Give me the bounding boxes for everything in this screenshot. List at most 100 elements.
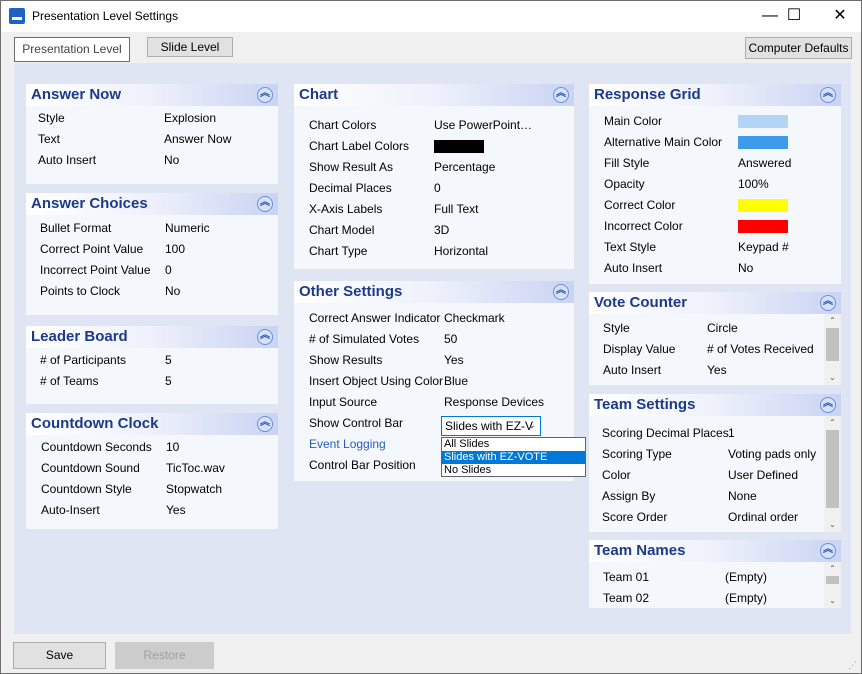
alternative-main-color-swatch[interactable] — [738, 136, 788, 149]
setting-value[interactable]: No — [164, 153, 179, 167]
setting-label: Show Result As — [309, 160, 394, 174]
main-color-swatch[interactable] — [738, 115, 788, 128]
collapse-icon[interactable]: ︽ — [257, 329, 273, 345]
collapse-icon[interactable]: ︽ — [257, 196, 273, 212]
setting-value[interactable]: 5 — [165, 374, 172, 388]
incorrect-color-swatch[interactable] — [738, 220, 788, 233]
tab-presentation-level[interactable]: Presentation Level — [14, 37, 130, 62]
panel-scrollbar[interactable]: ⌃ ⌄ — [824, 562, 841, 608]
setting-value[interactable]: 0 — [165, 263, 172, 277]
correct-color-swatch[interactable] — [738, 199, 788, 212]
setting-value[interactable]: No — [738, 261, 753, 275]
setting-label: Incorrect Point Value — [40, 263, 151, 277]
dropdown-option-no-slides[interactable]: No Slides — [442, 464, 585, 477]
setting-value[interactable]: Numeric — [165, 221, 210, 235]
collapse-icon[interactable]: ︽ — [820, 397, 836, 413]
save-button[interactable]: Save — [13, 642, 106, 669]
setting-value[interactable]: Voting pads only — [728, 447, 816, 461]
setting-label: Chart Model — [309, 223, 375, 237]
tab-slide-level[interactable]: Slide Level — [147, 37, 233, 57]
close-button[interactable]: ✕ — [817, 1, 862, 32]
setting-value[interactable]: Stopwatch — [166, 482, 222, 496]
setting-value[interactable]: (Empty) — [725, 591, 767, 605]
scroll-thumb[interactable] — [826, 576, 839, 584]
setting-value[interactable]: 100% — [738, 177, 769, 191]
scroll-down-icon[interactable]: ⌄ — [824, 518, 841, 532]
panel-title: Answer Now — [31, 86, 122, 103]
show-control-bar-select[interactable]: Slides with EZ-V ⌄ — [441, 416, 541, 436]
setting-value[interactable]: Circle — [707, 321, 738, 335]
setting-value[interactable]: Keypad # — [738, 240, 789, 254]
setting-value[interactable]: (Empty) — [725, 570, 767, 584]
answer-choices-header: Answer Choices ︽ — [26, 193, 278, 215]
setting-value[interactable]: No — [165, 284, 180, 298]
setting-value[interactable]: Yes — [707, 363, 727, 377]
setting-label: Text Style — [604, 240, 657, 254]
vote-counter-panel: Vote Counter ︽ Style Circle Display Value # o… — [589, 292, 841, 385]
collapse-icon[interactable]: ︽ — [553, 87, 569, 103]
panel-scrollbar[interactable]: ⌃ ⌄ — [824, 416, 841, 532]
answer-now-panel: Answer Now ︽ Style Explosion Text Answer Now A… — [26, 84, 278, 184]
setting-label: Fill Style — [604, 156, 650, 170]
scroll-up-icon[interactable]: ⌃ — [824, 562, 841, 576]
scroll-down-icon[interactable]: ⌄ — [824, 371, 841, 385]
setting-value[interactable]: Checkmark — [444, 311, 505, 325]
scroll-thumb[interactable] — [826, 430, 839, 508]
collapse-icon[interactable]: ︽ — [553, 284, 569, 300]
setting-value[interactable]: 0 — [434, 181, 441, 195]
computer-defaults-button[interactable]: Computer Defaults — [745, 37, 852, 59]
title-bar: Presentation Level Settings — ☐ ✕ — [1, 1, 861, 32]
setting-value[interactable]: Answer Now — [164, 132, 231, 146]
settings-window: Presentation Level Settings — ☐ ✕ Presen… — [0, 0, 862, 674]
scroll-down-icon[interactable]: ⌄ — [824, 594, 841, 608]
setting-value[interactable]: Ordinal order — [728, 510, 798, 524]
setting-label: Display Value — [603, 342, 676, 356]
collapse-icon[interactable]: ︽ — [257, 87, 273, 103]
resize-grip-icon[interactable]: ⋰ — [848, 660, 858, 670]
setting-value[interactable]: Horizontal — [434, 244, 488, 258]
panel-scrollbar[interactable]: ⌃ ⌄ — [824, 314, 841, 385]
chevron-down-icon[interactable]: ⌄ — [528, 417, 536, 435]
collapse-icon[interactable]: ︽ — [257, 416, 273, 432]
collapse-icon[interactable]: ︽ — [820, 87, 836, 103]
setting-value[interactable]: 100 — [165, 242, 185, 256]
setting-value[interactable]: None — [728, 489, 757, 503]
setting-value[interactable]: 10 — [166, 440, 179, 454]
scroll-thumb[interactable] — [826, 328, 839, 361]
setting-value[interactable]: User Defined — [728, 468, 798, 482]
setting-value[interactable]: Use PowerPoint… — [434, 118, 532, 132]
setting-value[interactable]: Yes — [166, 503, 186, 517]
setting-value[interactable]: # of Votes Received — [707, 342, 814, 356]
scroll-up-icon[interactable]: ⌃ — [824, 416, 841, 430]
setting-label: Points to Clock — [40, 284, 121, 298]
setting-value[interactable]: 5 — [165, 353, 172, 367]
setting-value[interactable]: Response Devices — [444, 395, 544, 409]
panel-title: Team Settings — [594, 396, 696, 413]
chart-label-color-swatch[interactable] — [434, 140, 484, 153]
dropdown-option-all-slides[interactable]: All Slides — [442, 438, 585, 451]
vote-counter-header: Vote Counter ︽ — [589, 292, 841, 314]
dropdown-option-ez-vote-slides[interactable]: Slides with EZ-VOTE Objects — [442, 451, 585, 476]
maximize-button[interactable]: ☐ — [771, 1, 817, 32]
setting-value[interactable]: Blue — [444, 374, 468, 388]
setting-value[interactable]: Answered — [738, 156, 791, 170]
setting-value[interactable]: Full Text — [434, 202, 478, 216]
panel-title: Vote Counter — [594, 294, 688, 311]
setting-value[interactable]: Percentage — [434, 160, 495, 174]
team-settings-panel: Team Settings ︽ Scoring Decimal Places 1 Sco… — [589, 394, 841, 532]
setting-value[interactable]: Yes — [444, 353, 464, 367]
collapse-icon[interactable]: ︽ — [820, 295, 836, 311]
setting-label: Bullet Format — [40, 221, 112, 235]
setting-value[interactable]: 1 — [728, 426, 735, 440]
setting-label: Countdown Sound — [41, 461, 140, 475]
setting-value[interactable]: 50 — [444, 332, 457, 346]
scroll-up-icon[interactable]: ⌃ — [824, 314, 841, 328]
collapse-icon[interactable]: ︽ — [820, 543, 836, 559]
setting-value[interactable]: Explosion — [164, 111, 216, 125]
setting-value[interactable]: 3D — [434, 223, 449, 237]
setting-label: Auto Insert — [38, 153, 97, 167]
restore-button: Restore — [115, 642, 214, 669]
setting-value[interactable]: TicToc.wav — [166, 461, 225, 475]
window-title: Presentation Level Settings — [32, 9, 179, 23]
setting-label: Scoring Type — [602, 447, 672, 461]
